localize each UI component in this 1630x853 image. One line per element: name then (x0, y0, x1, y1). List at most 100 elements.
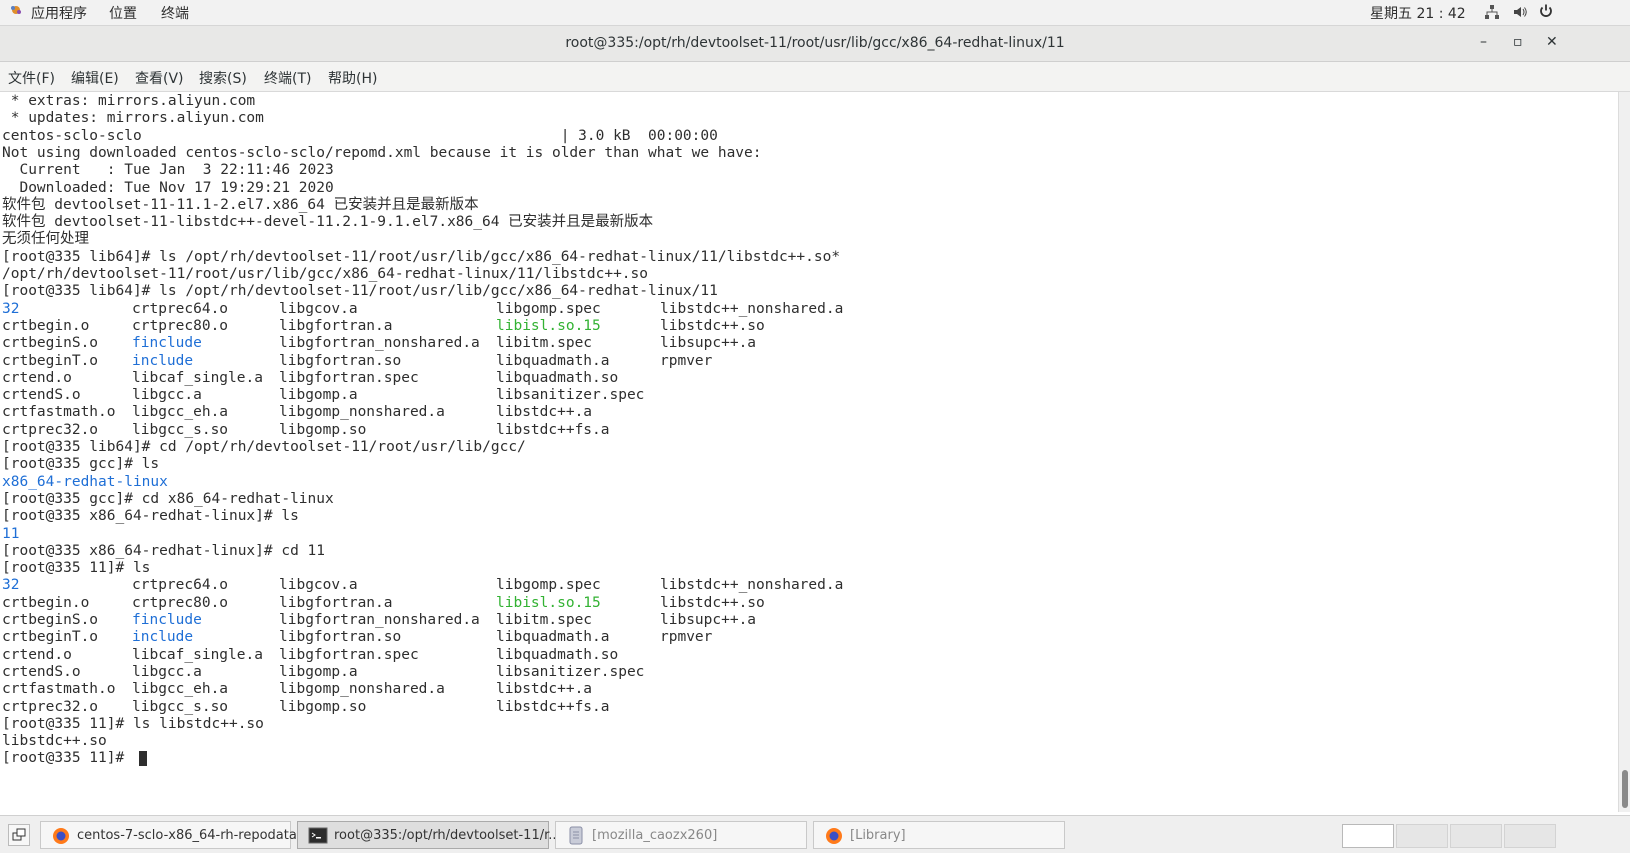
taskbar-task-label: root@335:/opt/rh/devtoolset-11/r... (334, 828, 561, 843)
terminal-text: libitm.spec (496, 612, 593, 628)
menu-search[interactable]: 搜索(S) (199, 68, 247, 88)
terminal-text: libgomp_nonshared.a (279, 404, 445, 421)
terminal-text: libstdc++.a (496, 681, 593, 698)
terminal-text: Current : Tue Jan 3 22:11:46 2023 (2, 162, 334, 179)
terminal-text: Not using downloaded centos-sclo-sclo/re… (2, 144, 762, 161)
minimize-button[interactable]: – (1480, 34, 1487, 50)
terminal-text: rpmver (660, 629, 713, 646)
terminal-text: [root@335 gcc]# cd x86_64-redhat-linux (2, 490, 334, 507)
terminal-cursor (139, 751, 147, 767)
close-button[interactable]: ✕ (1546, 34, 1558, 50)
taskbar-task[interactable]: centos-7-sclo-x86_64-rh-repodata... (40, 821, 309, 849)
terminal-text: libsanitizer.spec (496, 387, 645, 404)
terminal-text: libgcc_eh.a (132, 681, 229, 698)
terminal-text: libstdc++fs.a (496, 421, 610, 438)
window-title: root@335:/opt/rh/devtoolset-11/root/usr/… (565, 35, 1065, 51)
places-menu[interactable]: 位置 (109, 3, 137, 23)
terminal-text: libsanitizer.spec (496, 663, 645, 680)
terminal-text: [root@335 x86_64-redhat-linux]# cd 11 (2, 542, 326, 559)
power-icon[interactable] (1538, 3, 1554, 23)
terminal-text: libgomp.spec (496, 300, 601, 317)
show-desktop-icon[interactable] (8, 824, 30, 846)
scrollbar-thumb[interactable] (1622, 770, 1628, 808)
terminal-text: libgcov.a (279, 577, 358, 594)
terminal-text: libitm.spec (496, 335, 593, 352)
maximize-button[interactable]: ▫ (1513, 34, 1523, 50)
terminal-text: [root@335 11]# ls (2, 560, 151, 577)
terminal-text: libgomp.a (279, 387, 358, 404)
menu-terminal[interactable]: 终端(T) (264, 68, 311, 88)
top-panel: 应用程序 位置 终端 星期五 21 : 42 (0, 0, 1630, 26)
terminal-text: crtprec64.o (132, 577, 229, 594)
workspace-4[interactable] (1504, 824, 1556, 848)
terminal-text: [root@335 11]# (2, 750, 133, 767)
terminal-text: 11 (2, 525, 20, 542)
terminal-text: libgomp.so (279, 698, 367, 715)
taskbar-task[interactable]: [mozilla_caozx260] (555, 821, 807, 849)
taskbar-task[interactable]: [Library] (813, 821, 1065, 849)
terminal-text: [root@335 11]# ls libstdc++.so (2, 715, 264, 732)
terminal-text: crtendS.o (2, 387, 81, 404)
terminal-text: libgfortran_nonshared.a (279, 612, 480, 628)
terminal-text: [root@335 lib64]# ls /opt/rh/devtoolset-… (2, 283, 718, 300)
terminal-text: libcaf_single.a (132, 646, 263, 663)
terminal-text: libgomp.so (279, 421, 367, 438)
terminal-output[interactable]: * extras: mirrors.aliyun.com * updates: … (0, 92, 1618, 812)
terminal-text: centos-sclo-sclo | 3.0 kB 00:00:00 (2, 127, 718, 144)
menu-help[interactable]: 帮助(H) (328, 68, 377, 88)
terminal-text: crtfastmath.o (2, 681, 116, 698)
terminal-text: libsupc++.a (660, 335, 757, 352)
menu-edit[interactable]: 编辑(E) (71, 68, 119, 88)
terminal-text: crtbegin.o (2, 594, 90, 611)
taskbar: centos-7-sclo-x86_64-rh-repodata... root@… (0, 815, 1630, 853)
terminal-text: libgomp.spec (496, 577, 601, 594)
terminal-text: libgcc_s.so (132, 421, 229, 438)
terminal-text: libgomp_nonshared.a (279, 681, 445, 698)
terminal-text: crtbegin.o (2, 317, 90, 334)
menu-file[interactable]: 文件(F) (8, 68, 55, 88)
terminal-text: libgfortran.so (279, 352, 402, 369)
terminal-text: crtprec80.o (132, 594, 229, 611)
applications-menu-icon[interactable] (8, 2, 24, 22)
taskbar-task-label: [Library] (850, 828, 906, 843)
terminal-text: crtbeginT.o (2, 352, 99, 369)
window-titlebar[interactable]: root@335:/opt/rh/devtoolset-11/root/usr/… (0, 26, 1630, 62)
workspace-2[interactable] (1396, 824, 1448, 848)
terminal-text: libstdc++.a (496, 404, 593, 421)
terminal-text: libstdc++.so (660, 317, 765, 334)
terminal-app-menu[interactable]: 终端 (161, 3, 189, 23)
taskbar-task-label: [mozilla_caozx260] (592, 828, 718, 843)
terminal-text: libgfortran.spec (279, 646, 419, 663)
terminal-text: crtprec64.o (132, 300, 229, 317)
workspace-1[interactable] (1342, 824, 1394, 848)
terminal-text: libisl.so.15 (496, 317, 601, 334)
terminal-text: * updates: mirrors.aliyun.com (2, 110, 264, 127)
terminal-text: include (132, 352, 194, 369)
terminal-text: finclude (132, 612, 202, 628)
terminal-text: crtbeginT.o (2, 629, 99, 646)
firefox-icon (824, 826, 844, 846)
workspace-3[interactable] (1450, 824, 1502, 848)
terminal-text: Downloaded: Tue Nov 17 19:29:21 2020 (2, 179, 334, 196)
terminal-text: libgomp.a (279, 663, 358, 680)
terminal-text: crtbeginS.o (2, 612, 99, 628)
clock[interactable]: 星期五 21 : 42 (1370, 3, 1466, 23)
menu-view[interactable]: 查看(V) (135, 68, 184, 88)
terminal-text: 无须任何处理 (2, 231, 89, 248)
taskbar-task-label: centos-7-sclo-x86_64-rh-repodata... (77, 828, 310, 843)
terminal-text: crtprec32.o (2, 698, 99, 715)
terminal-text: libstdc++.so (2, 733, 107, 750)
terminal-text: 软件包 devtoolset-11-11.1-2.el7.x86_64 已安装并… (2, 196, 479, 213)
terminal-scrollbar[interactable] (1618, 92, 1630, 812)
volume-icon[interactable] (1512, 4, 1528, 24)
network-icon[interactable] (1485, 5, 1499, 23)
terminal-text: finclude (132, 335, 202, 352)
terminal-text: libgcc.a (132, 387, 202, 404)
terminal-text: rpmver (660, 352, 713, 369)
terminal-text: libisl.so.15 (496, 594, 601, 611)
terminal-text: libquadmath.a (496, 629, 610, 646)
applications-menu[interactable]: 应用程序 (31, 3, 87, 23)
terminal-text: libgcc_s.so (132, 698, 229, 715)
firefox-icon (51, 826, 71, 846)
taskbar-task[interactable]: root@335:/opt/rh/devtoolset-11/r... (297, 821, 561, 849)
